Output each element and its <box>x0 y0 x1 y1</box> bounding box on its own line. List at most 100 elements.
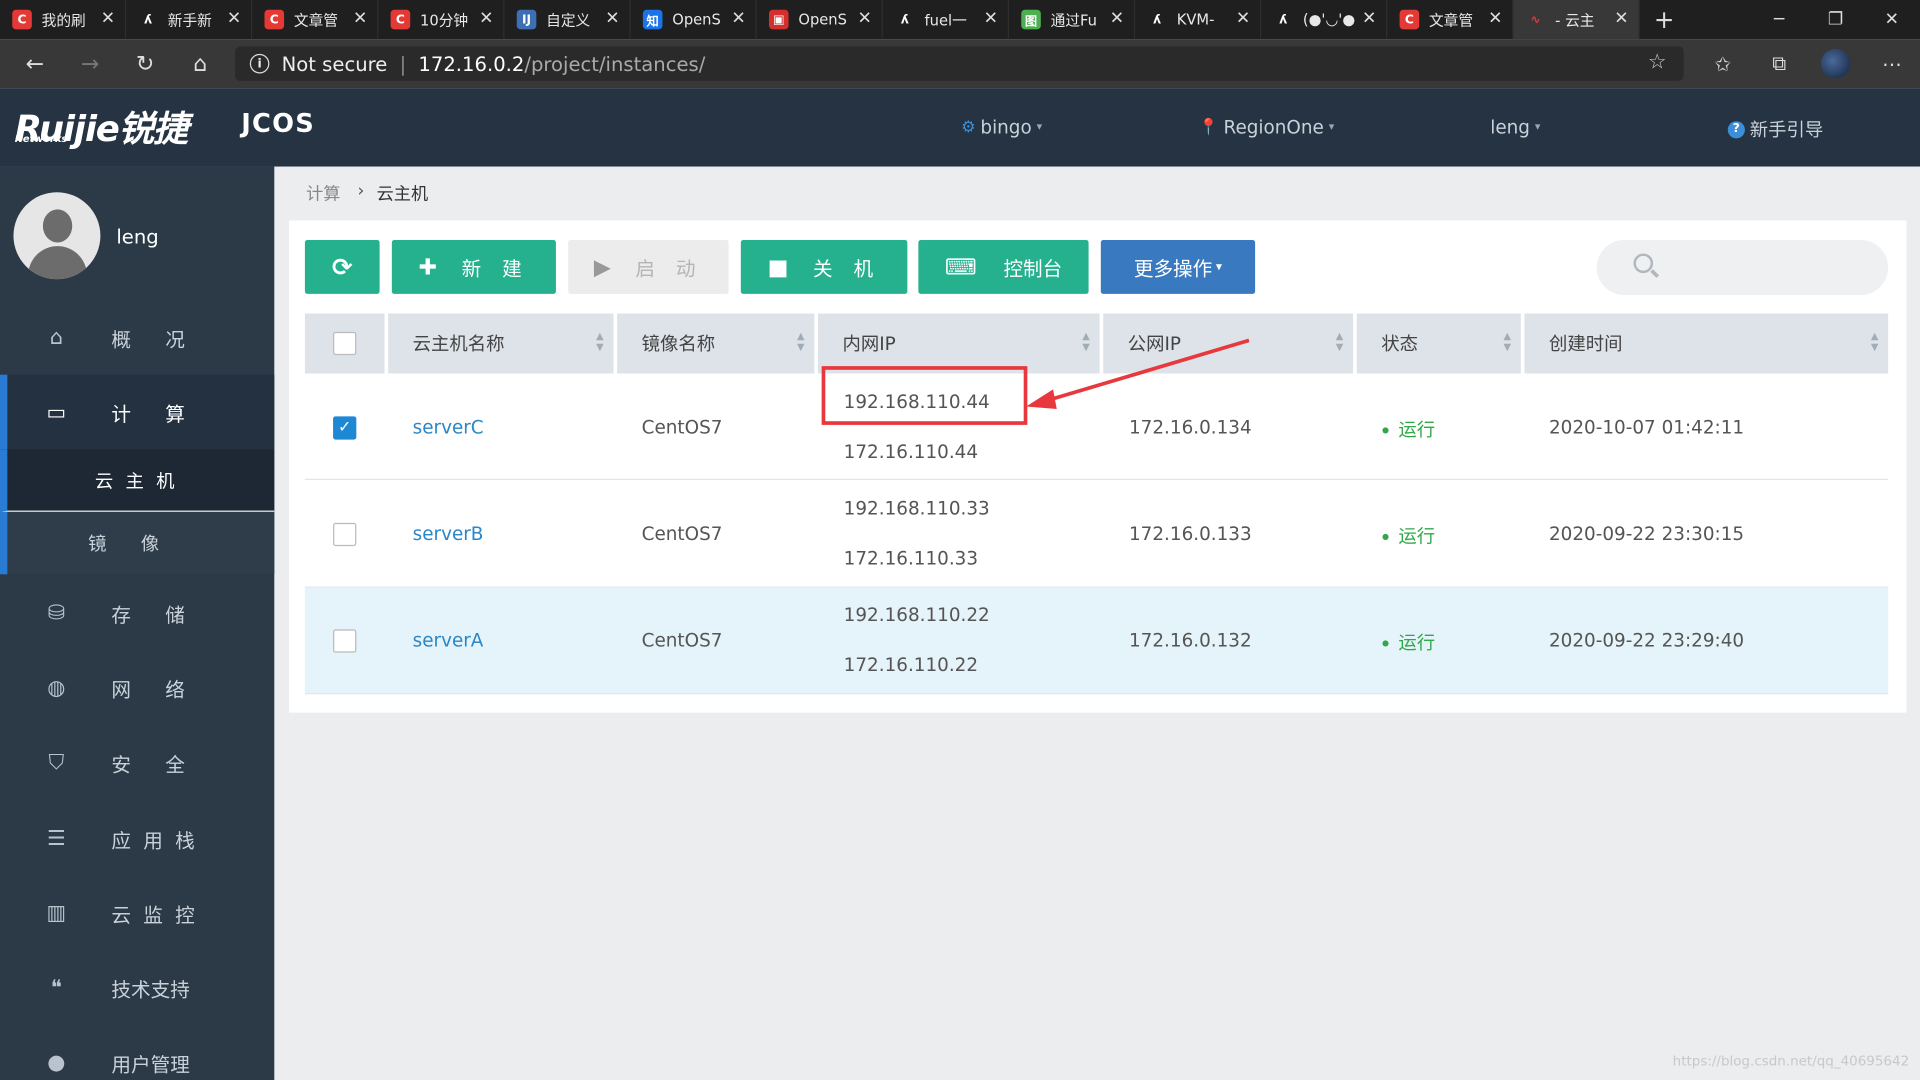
new-tab-button[interactable]: + <box>1640 0 1689 39</box>
forward-button[interactable]: → <box>62 39 117 88</box>
browser-tab[interactable]: 知 OpenS ✕ <box>631 0 757 40</box>
profile-avatar[interactable] <box>1820 48 1851 79</box>
tab-title: (●'◡'● <box>1302 11 1356 29</box>
public-ip: 172.16.0.132 <box>1128 629 1252 652</box>
close-icon[interactable]: ✕ <box>101 9 115 29</box>
row-checkbox[interactable] <box>333 629 357 653</box>
row-checkbox[interactable] <box>333 522 357 547</box>
sort-icon: ▲ ▼ <box>1503 330 1512 353</box>
browser-tab-active[interactable]: ∿ - 云主 ✕ <box>1513 0 1640 40</box>
csdn-icon: C <box>1399 9 1420 30</box>
back-button[interactable]: ← <box>7 39 62 88</box>
info-icon[interactable]: i <box>249 53 270 74</box>
sidebar-item-compute[interactable]: ▭ 计算 <box>0 374 275 450</box>
browser-tab[interactable]: ʎ fuel一 ✕ <box>883 0 1009 40</box>
close-icon[interactable]: ✕ <box>1614 9 1628 29</box>
search-input[interactable] <box>1596 240 1889 296</box>
refresh-button[interactable]: ⟳ <box>304 240 380 294</box>
close-icon[interactable]: ✕ <box>605 9 619 29</box>
sidebar-item-security[interactable]: ⛉ 安全 <box>0 725 274 800</box>
close-window-button[interactable]: ✕ <box>1864 0 1920 39</box>
tab-title: 新手新 <box>167 11 212 29</box>
sidebar-item-network[interactable]: ◍ 网络 <box>0 650 274 725</box>
sidebar-item-monitoring[interactable]: ▥ 云监控 <box>0 876 274 951</box>
project-dropdown[interactable]: ⚙ bingo ▾ <box>961 116 1042 138</box>
close-icon[interactable]: ✕ <box>1236 9 1250 29</box>
sort-icon: ▲ ▼ <box>1335 330 1344 353</box>
close-icon[interactable]: ✕ <box>1110 9 1124 29</box>
sidebar-item-label: 技术支持 <box>111 977 190 1002</box>
tab-title: 文章管 <box>1428 11 1474 29</box>
minimize-button[interactable]: ─ <box>1751 0 1807 39</box>
browser-tab[interactable]: ▣ OpenS ✕ <box>757 0 883 40</box>
avatar[interactable] <box>13 192 101 280</box>
guide-label: 新手引导 <box>1749 118 1824 141</box>
instance-name-link[interactable]: serverC <box>413 416 484 438</box>
user-icon: ● <box>47 1050 66 1075</box>
sidebar-item-overview[interactable]: ⌂ 概况 <box>0 300 274 375</box>
browser-tab[interactable]: ʎ (●'◡'● ✕ <box>1261 0 1388 40</box>
reload-button[interactable]: ↻ <box>118 39 173 88</box>
browser-tab[interactable]: ʎ KVM- ✕ <box>1135 0 1262 40</box>
instances-panel: ⟳ ✚ 新 建 ▶ 启 动 ■ 关 机 ⌨ 控制台 更多操作 ▾ 云主机名称 ▲ ▼ 镜像名称… <box>288 220 1907 713</box>
guide-link[interactable]: ? 新手引导 <box>1727 116 1824 142</box>
sidebar-item-support[interactable]: ❝ 技术支持 <box>0 950 274 1025</box>
window-controls: ─ ❐ ✕ <box>1751 0 1920 39</box>
more-icon[interactable]: ⋯ <box>1864 52 1920 75</box>
browser-tab[interactable]: C 文章管 ✕ <box>252 0 379 40</box>
star-icon[interactable]: ☆ <box>1648 50 1667 74</box>
maximize-button[interactable]: ❐ <box>1807 0 1863 39</box>
instance-name-link[interactable]: serverB <box>413 523 484 545</box>
column-header-image[interactable]: 镜像名称 ▲ ▼ <box>617 313 815 374</box>
sidebar-item-label: 概况 <box>111 327 220 351</box>
instance-name-link[interactable]: serverA <box>413 629 484 651</box>
close-icon[interactable]: ✕ <box>353 9 367 29</box>
close-icon[interactable]: ✕ <box>1488 9 1502 29</box>
browser-tab[interactable]: C 我的刷 ✕ <box>0 0 127 40</box>
close-icon[interactable]: ✕ <box>857 9 871 29</box>
collections-icon[interactable]: ⧉ <box>1751 51 1807 75</box>
start-button[interactable]: ▶ 启 动 <box>568 240 729 294</box>
close-icon[interactable]: ✕ <box>984 9 998 29</box>
address-bar[interactable]: i Not secure | 172.16.0.2/project/instan… <box>235 46 1684 81</box>
browser-tab[interactable]: C 文章管 ✕ <box>1387 0 1514 40</box>
status-label: 运行 <box>1398 418 1436 441</box>
home-button[interactable]: ⌂ <box>173 39 228 88</box>
sidebar-item-users[interactable]: ● 用户管理 <box>0 1025 274 1080</box>
image-name: CentOS7 <box>641 522 723 545</box>
sidebar-subitem-instances[interactable]: 云主机 <box>0 449 275 512</box>
close-icon[interactable]: ✕ <box>731 9 745 29</box>
browser-tab[interactable]: IJ 自定义 ✕ <box>504 0 631 40</box>
browser-tab[interactable]: C 10分钟 ✕ <box>378 0 505 40</box>
close-icon[interactable]: ✕ <box>1362 9 1376 29</box>
close-icon[interactable]: ✕ <box>479 9 493 29</box>
status-label: 运行 <box>1398 525 1436 548</box>
annotation-highlight-box <box>821 366 1028 425</box>
region-dropdown[interactable]: 📍 RegionOne ▾ <box>1199 116 1334 138</box>
column-header-status[interactable]: 状态 ▲ ▼ <box>1356 313 1521 374</box>
sidebar-item-storage[interactable]: ⛁ 存储 <box>0 576 274 651</box>
close-icon[interactable]: ✕ <box>227 9 241 29</box>
column-header-name[interactable]: 云主机名称 ▲ ▼ <box>388 313 614 374</box>
shutdown-button[interactable]: ■ 关 机 <box>740 240 908 294</box>
console-button[interactable]: ⌨ 控制台 <box>918 240 1089 294</box>
sidebar-item-label: 用户管理 <box>111 1052 190 1076</box>
sidebar-subitem-images[interactable]: 镜像 <box>0 511 275 575</box>
browser-tab[interactable]: 图通过Fu ✕ <box>1009 0 1136 40</box>
breadcrumb-parent[interactable]: 计算 <box>306 181 340 205</box>
user-dropdown[interactable]: leng ▾ <box>1490 116 1540 138</box>
row-checkbox[interactable]: ✓ <box>333 416 357 440</box>
table-row[interactable]: serverA CentOS7 192.168.110.22 172.16.11… <box>304 587 1889 695</box>
browser-tab[interactable]: ʎ 新手新 ✕ <box>126 0 253 40</box>
more-actions-button[interactable]: 更多操作 ▾ <box>1100 240 1256 294</box>
select-all-checkbox[interactable] <box>333 331 357 356</box>
chevron-down-icon: ▾ <box>1328 121 1335 134</box>
sidebar-item-app-stack[interactable]: ☰ 应用栈 <box>0 801 274 876</box>
private-ip-secondary: 172.16.110.22 <box>843 653 979 676</box>
column-label: 内网IP <box>842 333 896 356</box>
table-row[interactable]: serverB CentOS7 192.168.110.33 172.16.11… <box>304 481 1889 588</box>
create-button[interactable]: ✚ 新 建 <box>391 240 556 294</box>
tab-title: fuel一 <box>924 11 967 29</box>
column-header-created[interactable]: 创建时间 ▲ ▼ <box>1524 313 1889 374</box>
favorites-icon[interactable]: ✩ <box>1695 52 1751 75</box>
